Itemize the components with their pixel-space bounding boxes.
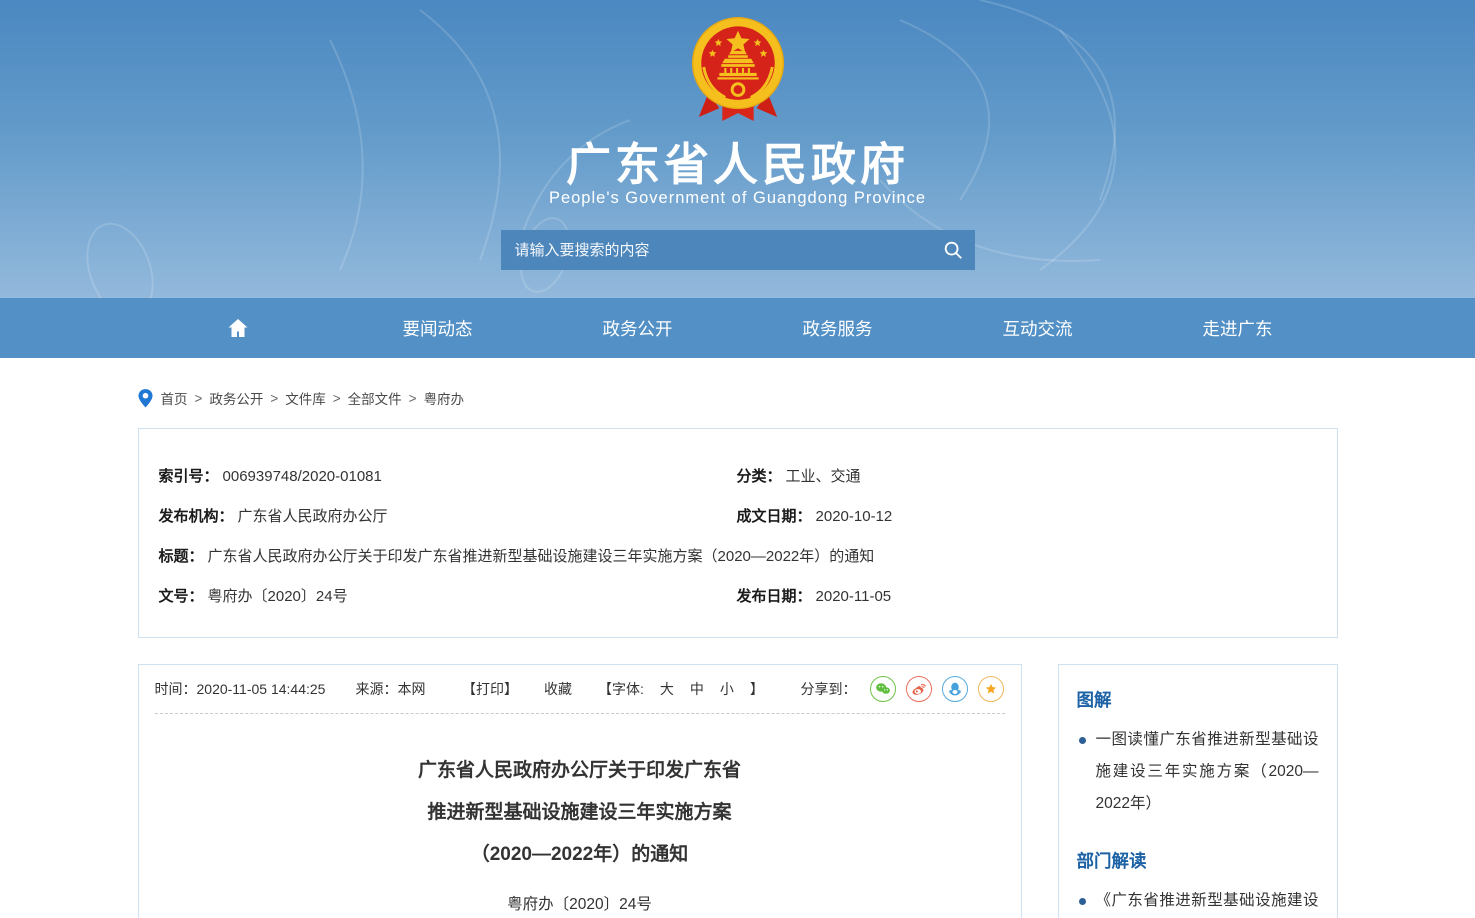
breadcrumb-separator: > [195,391,203,406]
pub-date-label: 发布日期： [737,585,812,606]
print-button[interactable]: 【打印】 [462,679,518,699]
font-size-medium[interactable]: 中 [690,679,704,699]
sidebar-link-infographic[interactable]: 一图读懂广东省推进新型基础设施建设三年实施方案（2020—2022年） [1077,724,1319,820]
article-panel: 时间：2020-11-05 14:44:25 来源：本网 【打印】 收藏 【字体… [138,664,1022,918]
share-group: 分享到： [800,676,1004,702]
nav-item-news[interactable]: 要闻动态 [338,298,538,358]
meta-left: 时间：2020-11-05 14:44:25 来源：本网 [155,679,426,699]
article-source: 来源：本网 [355,679,425,699]
breadcrumb-separator: > [333,391,341,406]
breadcrumb-home[interactable]: 首页 [161,388,188,408]
page: 广东省人民政府 People's Government of Guangdong… [0,0,1475,918]
article-title-line1: 广东省人民政府办公厅关于印发广东省 [139,750,1021,792]
site-header: 广东省人民政府 People's Government of Guangdong… [0,0,1475,298]
share-label: 分享到： [800,679,856,699]
article-title-line2: 推进新型基础设施建设三年实施方案 [139,792,1021,834]
doc-no-label: 文号： [159,585,204,606]
breadcrumb-gov-openness[interactable]: 政务公开 [209,388,263,408]
nav-item-interaction[interactable]: 互动交流 [938,298,1138,358]
bullet-icon [1079,737,1086,744]
article-title-line3: （2020—2022年）的通知 [139,834,1021,876]
article-meta-bar: 时间：2020-11-05 14:44:25 来源：本网 【打印】 收藏 【字体… [139,665,1021,713]
title-label: 标题： [159,545,204,566]
sidebar-heading-infographic: 图解 [1077,687,1319,712]
divider [155,713,1005,714]
written-date-label: 成文日期： [737,505,812,526]
main-nav: 要闻动态 政务公开 政务服务 互动交流 走进广东 [0,298,1475,358]
index-value: 006939748/2020-01081 [223,468,382,485]
written-date-value: 2020-10-12 [816,508,893,525]
share-qzone-button[interactable] [978,676,1004,702]
agency-value: 广东省人民政府办公厅 [238,505,388,526]
search-input[interactable] [501,230,931,270]
sidebar-heading-interpretation: 部门解读 [1077,848,1319,873]
sidebar-link-interpretation[interactable]: 《广东省推进新型基础设施建设三年实施方案（2020—2022年）》解读 [1077,885,1319,918]
category-label: 分类： [737,465,782,486]
nav-home[interactable] [138,298,338,358]
font-size-label-close: 】 [750,679,764,699]
share-wechat-button[interactable] [870,676,896,702]
font-size-small[interactable]: 小 [720,679,734,699]
agency-label: 发布机构： [159,505,234,526]
star-icon [982,680,1000,698]
pub-date-value: 2020-11-05 [816,588,892,605]
nav-item-gov-openness[interactable]: 政务公开 [538,298,738,358]
breadcrumb-file-library[interactable]: 文件库 [285,388,326,408]
sidebar-section-interpretation: 部门解读 《广东省推进新型基础设施建设三年实施方案（2020—2022年）》解读 [1077,848,1319,918]
article-doc-number: 粤府办〔2020〕24号 [139,892,1021,914]
search-bar [501,230,975,270]
doc-no-value: 粤府办〔2020〕24号 [208,585,348,606]
site-title: 广东省人民政府 [0,128,1475,193]
search-button[interactable] [931,230,975,270]
wechat-icon [874,680,892,698]
location-pin-icon [138,389,153,408]
site-subtitle: People's Government of Guangdong Provinc… [0,189,1475,208]
article-time: 时间：2020-11-05 14:44:25 [155,679,326,699]
article-title: 广东省人民政府办公厅关于印发广东省 推进新型基础设施建设三年实施方案 （2020… [139,750,1021,876]
weibo-icon [910,680,928,698]
home-icon [226,316,250,340]
sidebar-section-infographic: 图解 一图读懂广东省推进新型基础设施建设三年实施方案（2020—2022年） [1077,687,1319,820]
font-size-control: 【字体: 大 中 小 】 [598,679,764,699]
breadcrumb-separator: > [409,391,417,406]
search-icon [942,239,964,261]
national-emblem [689,12,787,126]
category-value: 工业、交通 [786,465,861,486]
content-area: 时间：2020-11-05 14:44:25 来源：本网 【打印】 收藏 【字体… [138,664,1338,918]
favorite-button[interactable]: 收藏 [544,679,572,699]
sidebar: 图解 一图读懂广东省推进新型基础设施建设三年实施方案（2020—2022年） 部… [1058,664,1338,918]
breadcrumb-all-files[interactable]: 全部文件 [348,388,402,408]
font-size-large[interactable]: 大 [660,679,674,699]
nav-item-gov-services[interactable]: 政务服务 [738,298,938,358]
font-size-label-open: 【字体: [598,679,644,699]
title-value: 广东省人民政府办公厅关于印发广东省推进新型基础设施建设三年实施方案（2020—2… [208,545,875,566]
bullet-icon [1079,898,1086,905]
breadcrumb-separator: > [270,391,278,406]
breadcrumb: 首页 > 政务公开 > 文件库 > 全部文件 > 粤府办 [138,388,1338,408]
qq-icon [946,680,964,698]
index-label: 索引号： [159,465,219,486]
nav-item-about-guangdong[interactable]: 走进广东 [1138,298,1338,358]
share-qq-button[interactable] [942,676,968,702]
share-weibo-button[interactable] [906,676,932,702]
document-info-box: 索引号： 006939748/2020-01081 分类： 工业、交通 发布机构… [138,428,1338,638]
meta-middle: 【打印】 收藏 【字体: 大 中 小 】 [462,679,764,699]
breadcrumb-yuefuban[interactable]: 粤府办 [424,388,465,408]
